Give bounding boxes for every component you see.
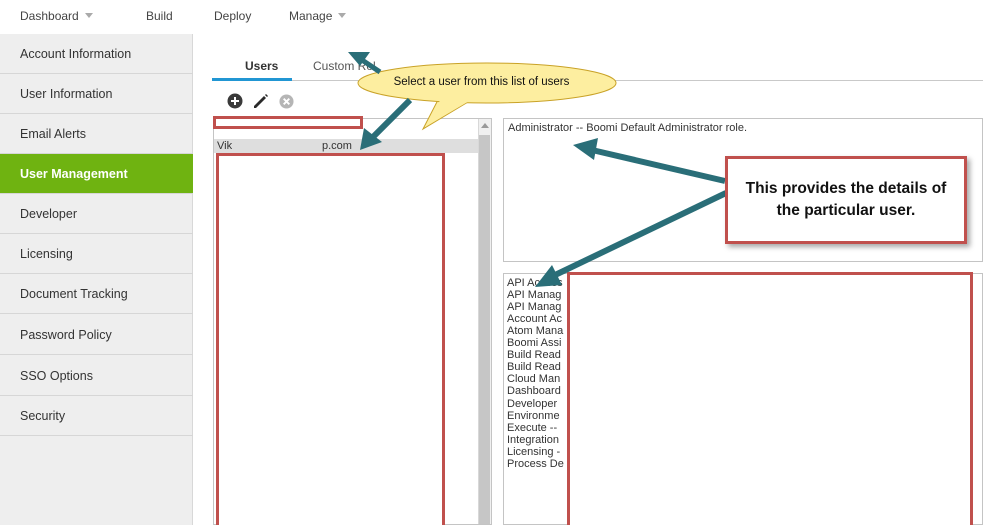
list-item: Boomi Assi [507, 337, 562, 349]
nav-dashboard-label: Dashboard [20, 9, 79, 23]
sidebar-item-label: Email Alerts [20, 126, 86, 141]
edit-user-button[interactable] [253, 93, 269, 109]
list-item: API Manag [507, 289, 562, 301]
settings-sidebar: Account Information User Information Ema… [0, 34, 193, 525]
sidebar-item-developer[interactable]: Developer [0, 194, 193, 234]
sidebar-item-label: Developer [20, 206, 77, 221]
chevron-down-icon [338, 13, 347, 19]
list-item: API Access [507, 277, 563, 289]
edit-icon [254, 94, 268, 108]
nav-build[interactable]: Build [146, 9, 173, 23]
list-item: Developer [507, 398, 558, 410]
nav-dashboard[interactable]: Dashboard [20, 9, 93, 23]
list-item: Process De [507, 458, 564, 470]
active-tab-indicator [212, 78, 292, 81]
annotation-note-text: This provides the details of the particu… [745, 180, 947, 219]
sidebar-item-document-tracking[interactable]: Document Tracking [0, 274, 193, 314]
speech-bubble-text: Select a user from this list of users [393, 76, 570, 88]
list-item: Environme [507, 410, 560, 422]
sidebar-item-sso-options[interactable]: SSO Options [0, 356, 193, 396]
list-item: Build Read [507, 349, 561, 361]
chevron-down-icon [84, 13, 93, 19]
sidebar-item-label: Account Information [20, 46, 132, 61]
list-item[interactable]: Vik p.com [214, 139, 479, 153]
scroll-up-icon[interactable] [481, 123, 489, 128]
sidebar-item-user-information[interactable]: User Information [0, 74, 193, 114]
sidebar-item-label: User Information [20, 86, 113, 101]
list-item: Integration [507, 434, 559, 446]
user-row-name: Vik [217, 140, 233, 152]
remove-user-button[interactable] [279, 94, 295, 110]
tab-users[interactable]: Users [245, 59, 278, 73]
sidebar-item-licensing[interactable]: Licensing [0, 234, 193, 274]
nav-build-label: Build [146, 9, 173, 23]
nav-manage-label: Manage [289, 9, 333, 23]
role-description-text: Administrator -- Boomi Default Administr… [508, 122, 748, 134]
list-item: Account Ac [507, 313, 563, 325]
sidebar-item-label: Licensing [20, 246, 73, 261]
list-item: Licensing - [507, 446, 561, 458]
sidebar-item-user-management[interactable]: User Management [0, 154, 193, 194]
sidebar-item-email-alerts[interactable]: Email Alerts [0, 114, 193, 154]
sidebar-item-password-policy[interactable]: Password Policy [0, 315, 193, 355]
add-icon [227, 93, 243, 109]
redaction-box [216, 153, 445, 525]
sidebar-item-account-information[interactable]: Account Information [0, 34, 193, 74]
redaction-box [567, 272, 973, 525]
tab-bar: Users Custom Rol [212, 34, 983, 81]
list-item: Cloud Man [507, 373, 561, 385]
top-navigation: Dashboard Build Deploy Manage [0, 0, 983, 34]
sidebar-item-security[interactable]: Security [0, 396, 193, 436]
list-item: API Manag [507, 301, 562, 313]
nav-manage[interactable]: Manage [289, 9, 347, 23]
list-item: Atom Mana [507, 325, 564, 337]
list-item: Execute -- [507, 422, 558, 434]
scrollbar-thumb[interactable] [479, 135, 490, 524]
list-item: Build Read [507, 361, 561, 373]
user-row-domain: p.com [322, 140, 352, 152]
sidebar-item-label: Document Tracking [20, 286, 128, 301]
redaction-box [213, 116, 363, 129]
nav-deploy-label: Deploy [214, 9, 252, 23]
tab-custom-roles[interactable]: Custom Rol [313, 59, 376, 73]
annotation-note: This provides the details of the particu… [725, 156, 967, 244]
nav-deploy[interactable]: Deploy [214, 9, 251, 23]
sidebar-item-label: Security [20, 408, 66, 423]
sidebar-item-label: SSO Options [20, 368, 93, 383]
scrollbar[interactable] [478, 119, 491, 524]
add-user-button[interactable] [227, 93, 243, 109]
sidebar-item-label: User Management [20, 166, 128, 181]
list-item: Dashboard [507, 385, 561, 397]
remove-icon [279, 94, 294, 109]
sidebar-item-label: Password Policy [20, 327, 112, 342]
